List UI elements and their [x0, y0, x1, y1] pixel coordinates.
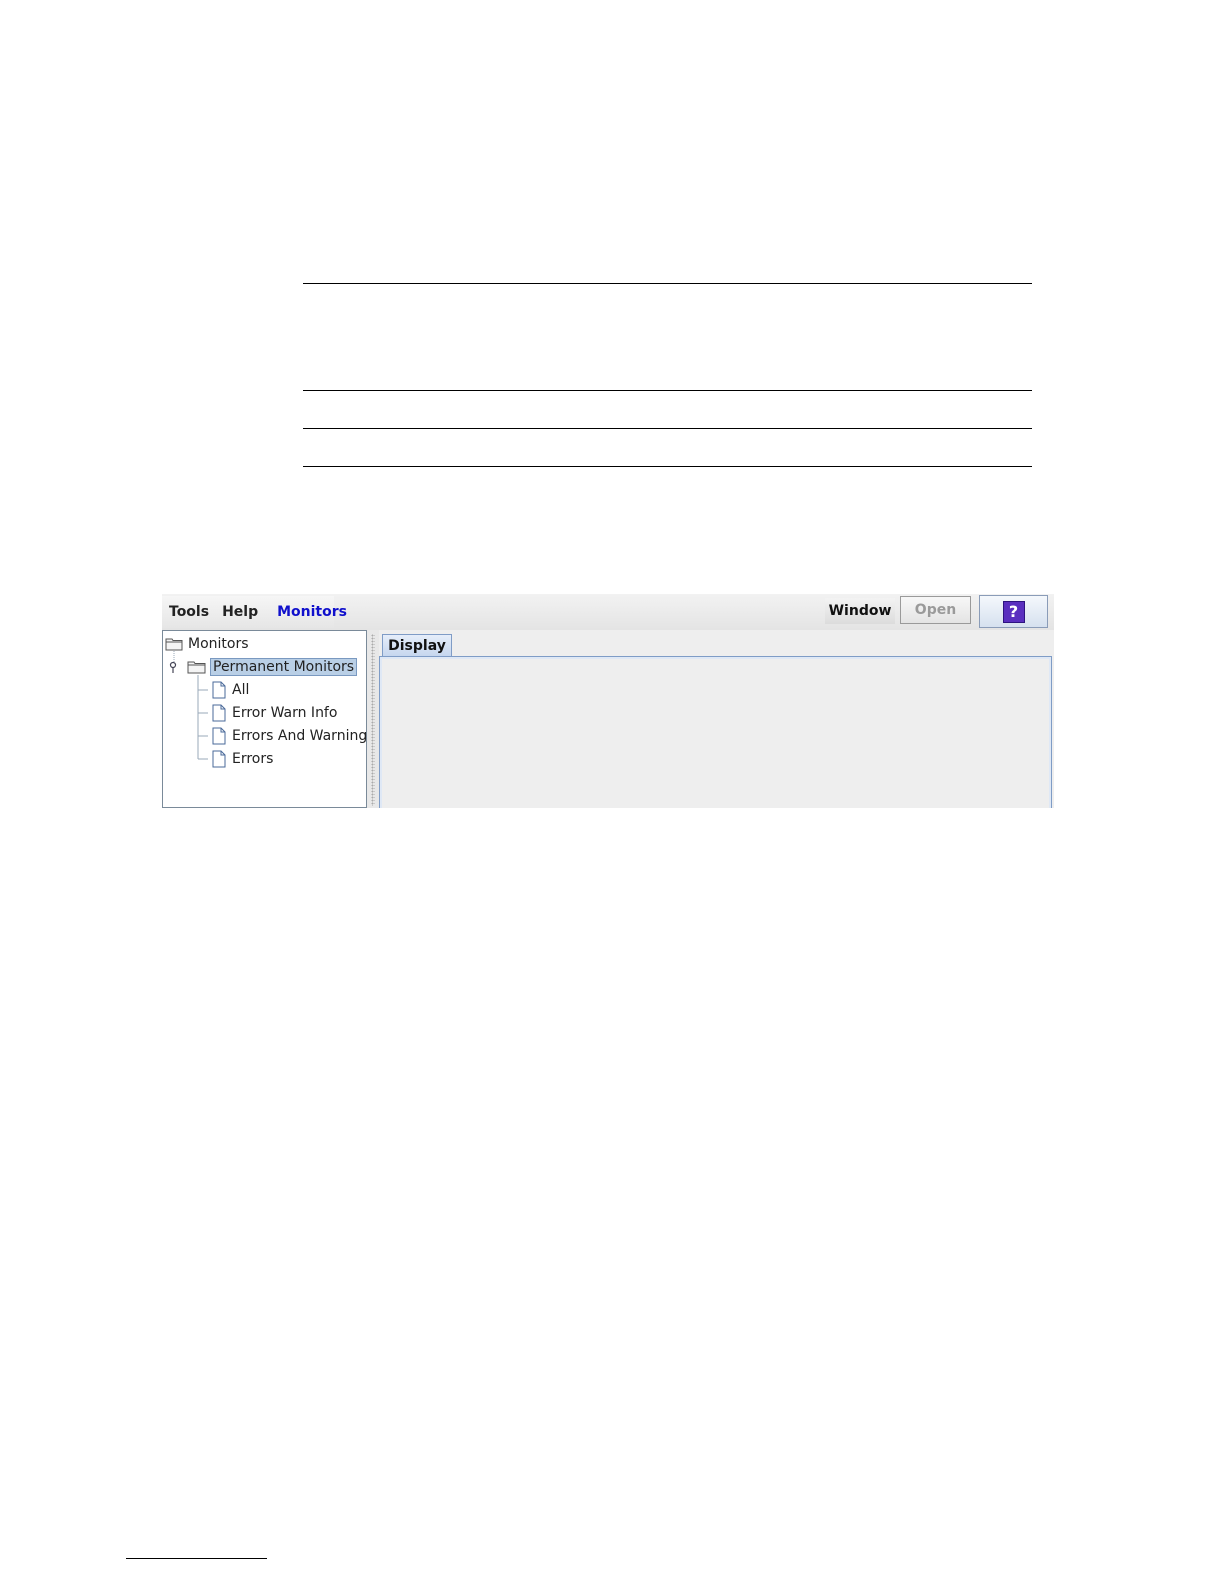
tree-item-label: Errors And Warnings [232, 728, 375, 744]
tree-item-label: All [232, 682, 250, 698]
document-icon [212, 727, 226, 745]
rule-2 [303, 390, 1032, 391]
tree-item-label: Errors [232, 751, 274, 767]
monitors-window: Tools Help Monitors Window Open ? Monito… [162, 594, 1054, 808]
rule-4 [303, 466, 1032, 467]
tab-display[interactable]: Display [382, 634, 452, 656]
document-icon [212, 681, 226, 699]
document-icon [212, 750, 226, 768]
menu-bar: Tools Help Monitors Window Open ? [162, 594, 1054, 631]
menu-group: Tools Help Monitors [162, 596, 347, 628]
tree-item-permanent-monitors[interactable]: Permanent Monitors [167, 656, 358, 678]
footnote-rule [126, 1558, 267, 1559]
tree-item-all[interactable]: All [211, 679, 251, 701]
tree-item-label: Monitors [188, 636, 249, 652]
tree-item-error-warn-info[interactable]: Error Warn Info [211, 702, 339, 724]
open-button[interactable]: Open [900, 596, 971, 624]
splitter-grip [371, 634, 375, 806]
menu-help[interactable]: Help [215, 604, 264, 620]
folder-icon [187, 661, 206, 674]
tree-item-label: Permanent Monitors [210, 658, 358, 676]
window-button[interactable]: Window [825, 598, 895, 624]
help-button[interactable]: ? [979, 595, 1048, 628]
monitor-tree[interactable]: Monitors Permanent Monitors All Error Wa… [162, 630, 375, 808]
tab-content-area [379, 656, 1052, 808]
tree-item-errors-and-warnings[interactable]: Errors And Warnings [211, 725, 377, 747]
folder-icon [165, 638, 183, 651]
document-icon [212, 704, 226, 722]
menu-tools[interactable]: Tools [162, 604, 215, 620]
tree-item-monitors[interactable]: Monitors [165, 633, 251, 655]
tab-pane: Display [379, 630, 1054, 808]
tree-item-errors[interactable]: Errors [211, 748, 275, 770]
tree-item-label: Error Warn Info [232, 705, 338, 721]
rule-1 [303, 283, 1032, 284]
tree-expand-handle-icon[interactable] [167, 660, 179, 674]
split-pane-divider[interactable] [367, 630, 379, 808]
help-icon: ? [1002, 600, 1025, 623]
menu-monitors[interactable]: Monitors [270, 604, 353, 620]
rule-3 [303, 428, 1032, 429]
